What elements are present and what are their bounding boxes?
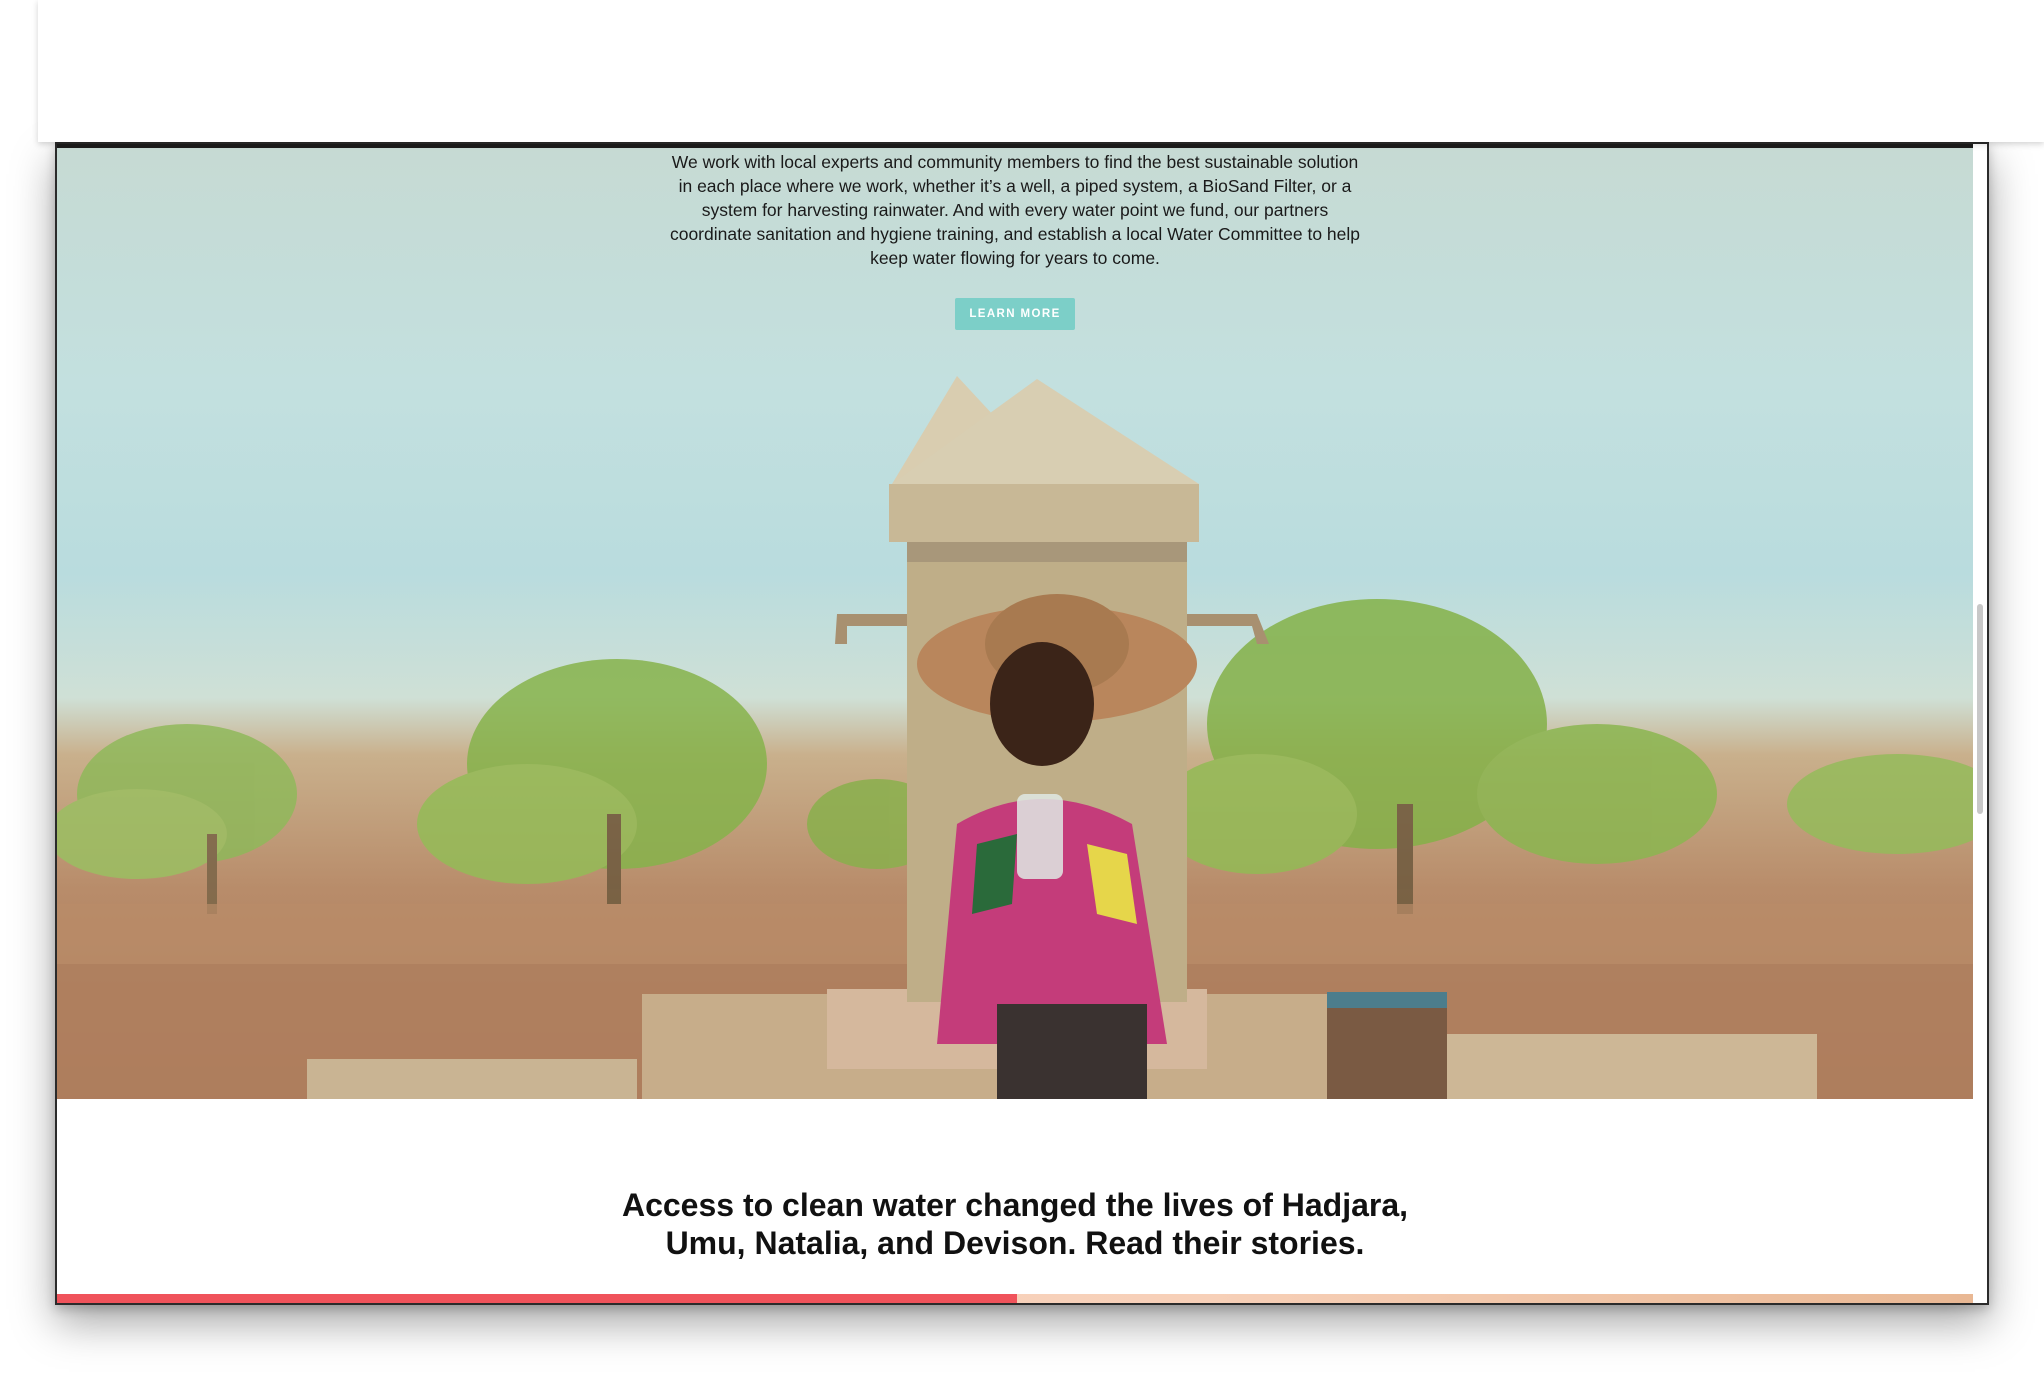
- learn-more-button[interactable]: LEARN MORE: [955, 298, 1075, 330]
- window-top-border: [57, 144, 1987, 148]
- stories-heading-line-1: Access to clean water changed the lives …: [621, 1186, 1409, 1223]
- screen: We work with local experts and community…: [0, 0, 2044, 1381]
- scrollbar-thumb[interactable]: [1977, 604, 1983, 814]
- stories-section: Access to clean water changed the lives …: [57, 1099, 1973, 1303]
- story-card-red-edge[interactable]: [57, 1294, 1017, 1303]
- hero-section: We work with local experts and community…: [57, 144, 1973, 1099]
- stories-heading: Access to clean water changed the lives …: [57, 1186, 1973, 1262]
- hero-paragraph: We work with local experts and community…: [669, 152, 1361, 268]
- browser-window: We work with local experts and community…: [55, 142, 1989, 1305]
- stories-heading-line-2: Umu, Natalia, and Devison. Read their st…: [665, 1224, 1365, 1261]
- vertical-scrollbar[interactable]: [1973, 144, 1987, 1303]
- story-cards-strip[interactable]: [57, 1294, 1973, 1303]
- top-white-bar: [38, 0, 2044, 142]
- hero-text-block: We work with local experts and community…: [57, 150, 1973, 330]
